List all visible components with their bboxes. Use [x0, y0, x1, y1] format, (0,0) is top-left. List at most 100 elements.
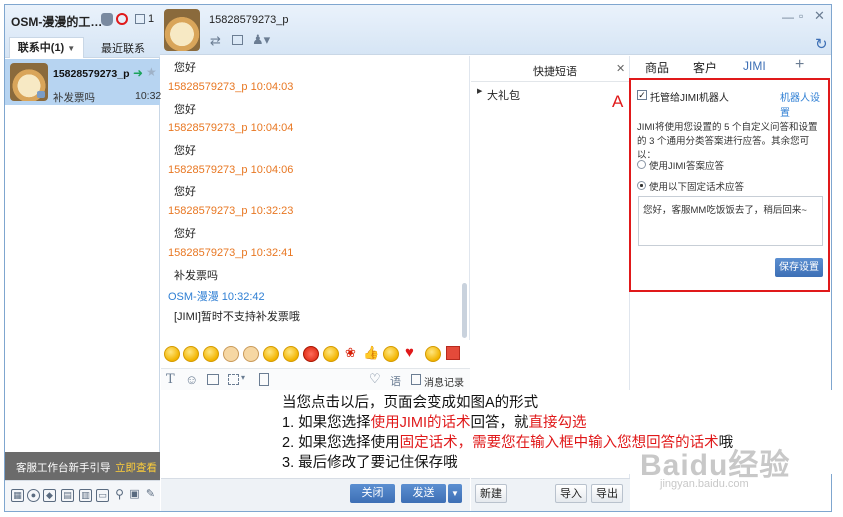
radio-fixed-reply-label: 使用以下固定话术应答 [649, 182, 745, 193]
jimi-settings-box: ✓ 托管给JIMI机器人 机器人设置 JIMI将使用您设置的 5 个自定义问答和… [629, 78, 830, 292]
tab-goods[interactable]: 商品 [645, 59, 669, 76]
phrase-group[interactable]: 大礼包 [487, 87, 520, 103]
chat-small-icon [37, 91, 45, 98]
emoji-sunglasses-icon[interactable] [283, 346, 299, 362]
new-phrase-button[interactable]: 新建 [475, 484, 507, 503]
emoji-gift-icon[interactable] [446, 346, 460, 360]
expand-arrow-icon[interactable]: ▶ [477, 87, 482, 95]
message-text: [JIMI]暂时不支持补发票哦 [174, 311, 300, 323]
favorite-heart-icon[interactable]: ♡ [369, 371, 381, 387]
calculator-icon[interactable] [259, 373, 269, 386]
message-time: 10:32:41 [250, 247, 294, 259]
maximize-button[interactable]: ▫ [799, 9, 803, 23]
inbox-icon[interactable] [135, 14, 145, 24]
message-sender: 15828579273_p [168, 81, 248, 93]
left-header: OSM-漫漫的工… 1 联系中(1) ▼ 最近联系 [5, 5, 160, 58]
grid-icon[interactable]: ▣ [128, 489, 141, 502]
add-tab-button[interactable]: + [795, 56, 804, 74]
instruction-highlight: 直接勾选 [528, 415, 587, 431]
hand-icon[interactable] [101, 13, 113, 26]
guide-text: 客服工作台新手引导 [16, 462, 111, 474]
instruction-highlight: 使用JIMI的话术 [370, 415, 471, 431]
contacts-panel: OSM-漫漫的工… 1 联系中(1) ▼ 最近联系 15828579273_p … [5, 5, 162, 511]
close-icon[interactable]: ✕ [616, 62, 625, 75]
edit-icon[interactable]: ✎ [144, 489, 157, 502]
crop-icon[interactable] [228, 374, 239, 385]
contact-time: 10:32 [135, 90, 162, 102]
export-button[interactable]: 导出 [591, 484, 623, 503]
emoji-wink-icon[interactable] [383, 346, 399, 362]
message-header: 15828579273_p 10:04:06 [168, 164, 293, 176]
emoji-handshake-icon[interactable] [243, 346, 259, 362]
contact-name: 15828579273_p [53, 68, 130, 80]
search-icon[interactable]: ⚲ [113, 488, 126, 502]
refresh-icon[interactable]: ↻ [815, 35, 828, 53]
close-window-button[interactable]: ✕ [814, 8, 825, 24]
monitor-icon[interactable]: ▭ [96, 489, 109, 502]
message-header: 15828579273_p 10:32:41 [168, 247, 293, 259]
chat-scrollbar[interactable] [462, 283, 467, 338]
app-title: OSM-漫漫的工… [11, 15, 103, 29]
tab-recent[interactable]: 最近联系 [93, 37, 153, 58]
emoji-shy-icon[interactable] [183, 346, 199, 362]
import-button[interactable]: 导入 [555, 484, 587, 503]
watermark-url: jingyan.baidu.com [660, 478, 749, 490]
emoji-smile-icon[interactable] [164, 346, 180, 362]
chat-bubble-icon[interactable]: ● [27, 489, 40, 502]
instruction-text: 回答，就 [470, 415, 529, 431]
save-settings-button[interactable]: 保存设置 [775, 258, 823, 277]
user-menu-icon[interactable]: ♟▾ [252, 32, 270, 48]
emoji-victory-icon[interactable] [223, 346, 239, 362]
chevron-down-icon: ▼ [67, 44, 76, 53]
transfer-arrow-icon[interactable]: ➜ [133, 66, 143, 80]
contact-last-message: 补发票吗 [53, 92, 95, 104]
inbox-count: 1 [148, 13, 155, 25]
emoji-red-envelope-icon[interactable] [303, 346, 319, 362]
transfer-icon[interactable]: ⇄ [210, 33, 221, 49]
emoji-laugh-icon[interactable] [203, 346, 219, 362]
message-time: 10:32:42 [221, 291, 265, 303]
emoji-blush-icon[interactable] [323, 346, 339, 362]
image-icon[interactable] [207, 374, 219, 385]
tab-customer[interactable]: 客户 [693, 59, 717, 76]
screenshot-icon[interactable] [232, 35, 243, 45]
shirt-icon[interactable]: ▥ [79, 489, 92, 502]
robot-settings-link[interactable]: 机器人设置 [780, 89, 828, 119]
instruction-text: 1. 如果您选择 [282, 415, 371, 431]
radio-fixed-reply[interactable] [637, 181, 646, 190]
tag-icon[interactable]: ◆ [43, 489, 56, 502]
emoji-picker-icon[interactable]: ☺ [185, 372, 198, 387]
message-header: OSM-漫漫 10:32:42 [168, 288, 265, 304]
minimize-button[interactable]: — [782, 10, 794, 24]
message-text: 您好 [174, 104, 196, 116]
close-button[interactable]: 关闭 [350, 484, 395, 503]
radio-jimi-answer-label: 使用JIMI答案应答 [649, 161, 724, 172]
bottom-toolbar: ▦ ● ◆ ▤ ▥ ▭ ⚲ ▣ ✎ [5, 480, 160, 511]
quick-phrases-header: 快捷短语 ✕ [471, 56, 630, 82]
send-button[interactable]: 发送 [401, 484, 446, 503]
contact-list-item[interactable]: 15828579273_p ➜ ★ 补发票吗 10:32 [5, 59, 162, 105]
font-icon[interactable]: T [166, 372, 175, 387]
emoji-giggle-icon[interactable] [263, 346, 279, 362]
calendar-icon[interactable]: ▤ [61, 489, 74, 502]
phrase-label[interactable]: 语 [390, 373, 401, 389]
tab-contacts[interactable]: 联系中(1) ▼ [9, 37, 84, 58]
message-record-button[interactable]: 消息记录 [424, 374, 464, 389]
radio-jimi-answer[interactable] [637, 160, 646, 169]
star-icon[interactable]: ★ [146, 65, 157, 79]
quick-phrases-footer: 新建 导入 导出 [471, 478, 630, 511]
guide-link[interactable]: 立即查看 [115, 460, 157, 475]
message-record-icon[interactable] [411, 374, 421, 385]
trust-checkbox[interactable]: ✓ [637, 90, 647, 100]
emoji-thumbs-up-icon[interactable]: 👍 [363, 345, 379, 361]
no-disturb-icon[interactable] [116, 13, 128, 25]
emoji-cheer-icon[interactable] [425, 346, 441, 362]
emoji-heart-icon[interactable]: ♥ [405, 344, 414, 361]
crop-menu-icon[interactable]: ▾ [241, 373, 245, 382]
send-options-button[interactable]: ▼ [448, 484, 462, 503]
fixed-reply-input[interactable]: 您好，客服MM吃饭饭去了，稍后回来~ [638, 196, 823, 246]
apps-icon[interactable]: ▦ [11, 489, 24, 502]
tab-jimi[interactable]: JIMI [743, 59, 766, 73]
emoji-rose-icon[interactable]: ❀ [345, 345, 356, 361]
message-text: 补发票吗 [174, 270, 218, 282]
